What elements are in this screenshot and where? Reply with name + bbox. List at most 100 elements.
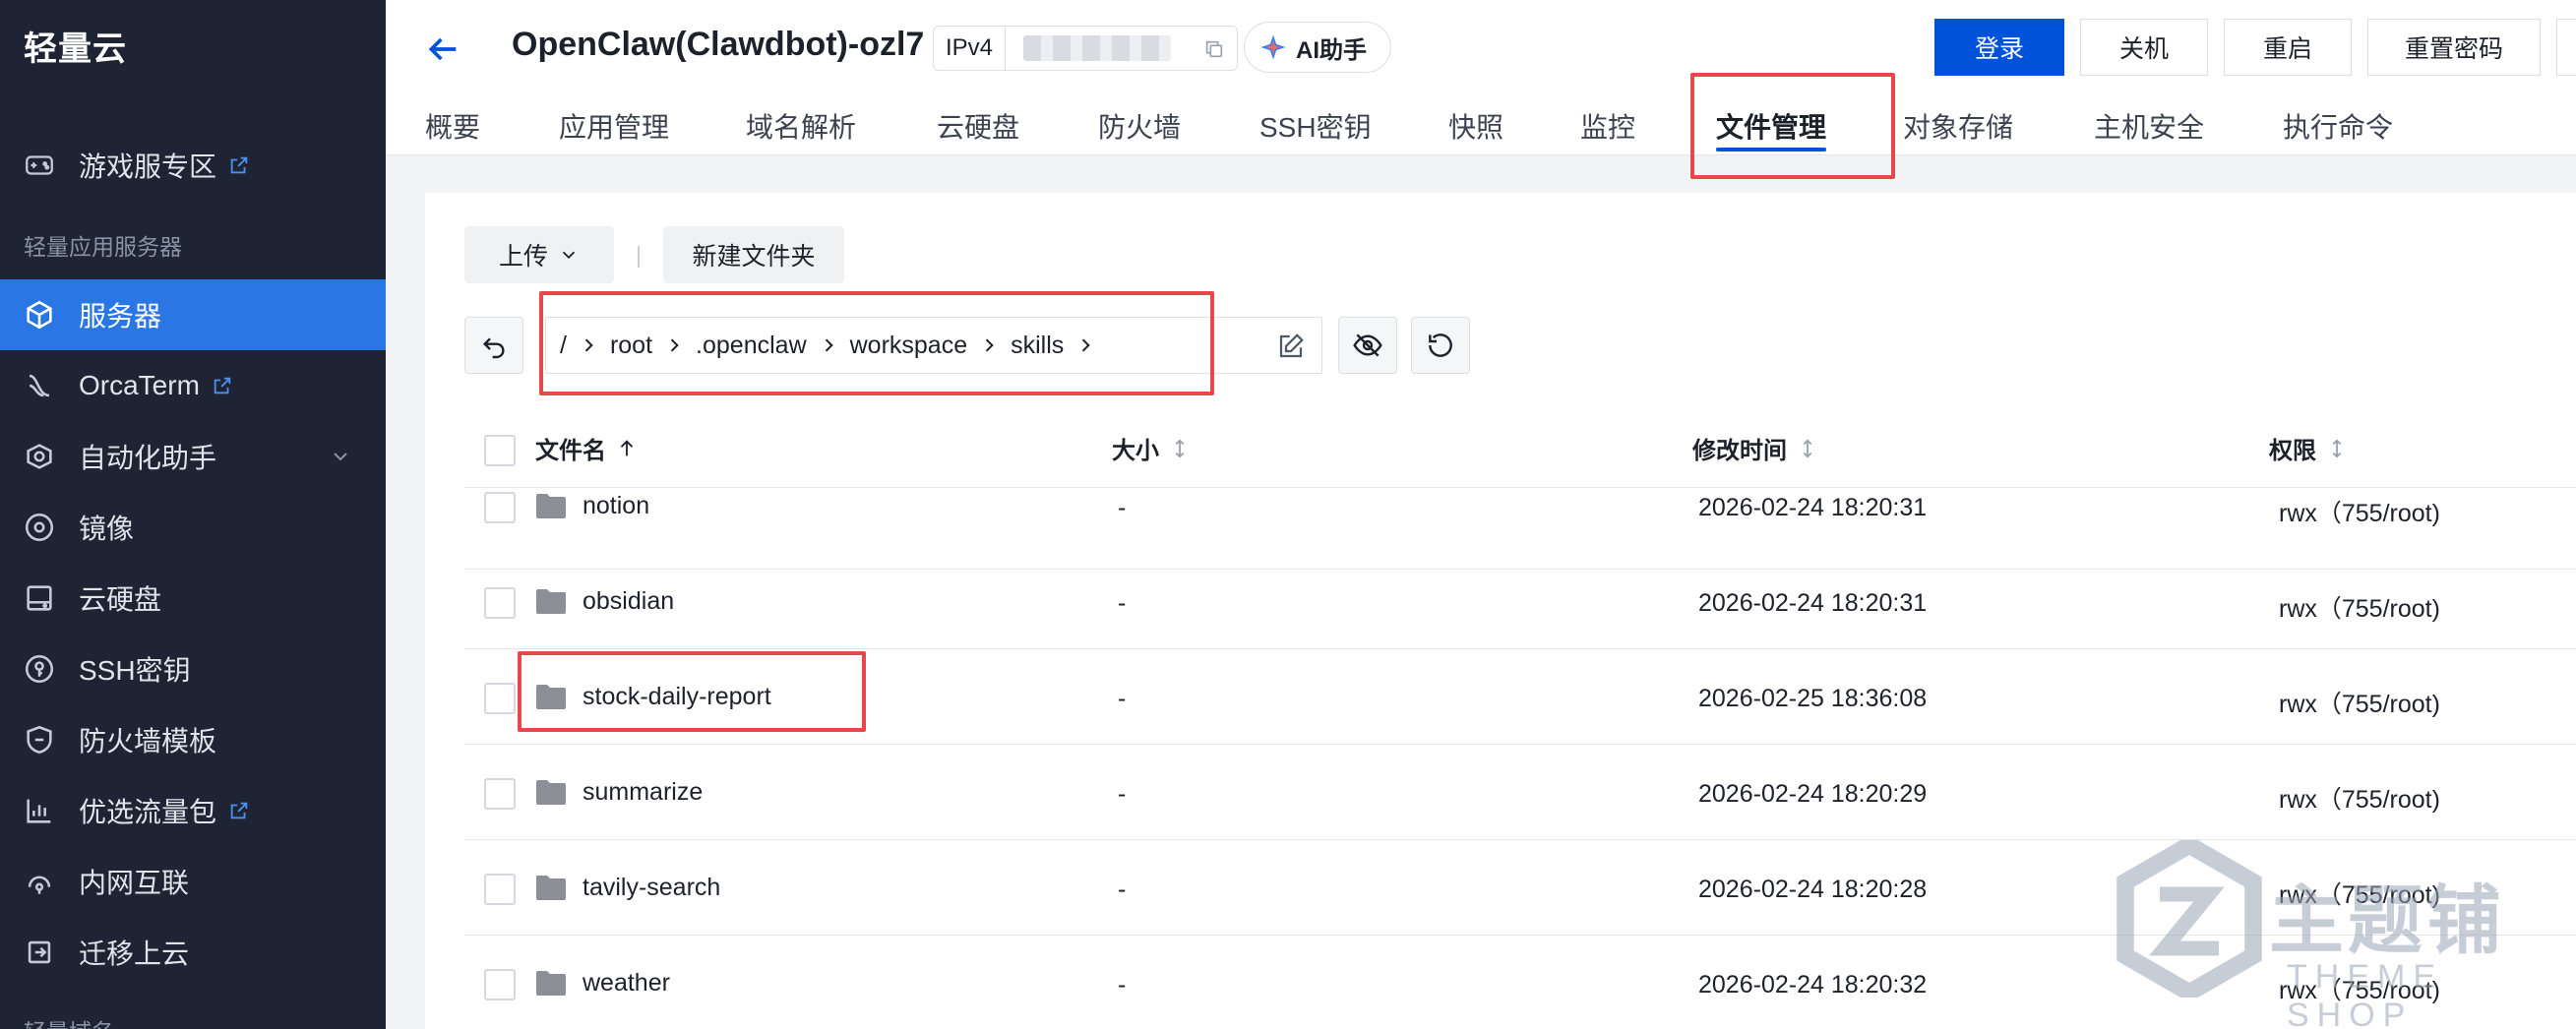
sidebar-item-label: 云硬盘 [79,584,162,615]
new-folder-button[interactable]: 新建文件夹 [663,226,844,283]
shield-icon [22,722,57,757]
row-checkbox[interactable] [484,969,516,1000]
column-header-name[interactable]: 文件名 [535,431,638,465]
restart-button[interactable]: 重启 [2224,19,2352,76]
section-label: 轻量应用服务器 [24,234,182,260]
sidebar-item-traffic-packages[interactable]: 优选流量包 [0,775,386,846]
edit-path-icon[interactable] [1276,332,1306,361]
sidebar-item-label: 镜像 [79,514,135,544]
row-checkbox[interactable] [484,874,516,905]
sidebar-item-cloud-disk[interactable]: 云硬盘 [0,563,386,634]
file-size: - [1118,876,1127,903]
file-name[interactable]: tavily-search [583,874,720,902]
migrate-icon [22,935,57,970]
tab-firewall[interactable]: 防火墙 [1098,106,1181,146]
file-modified: 2026-02-24 18:20:31 [1698,494,1928,521]
sidebar-item-game-zone[interactable]: 游戏服专区 [0,130,386,201]
folder-icon [536,589,566,614]
undo-icon [482,337,505,359]
refresh-button[interactable] [1411,317,1470,374]
column-header-modified[interactable]: 修改时间 [1692,431,1818,465]
file-modified: 2026-02-25 18:36:08 [1698,685,1928,712]
file-permissions: rwx（755/root) [2279,595,2440,623]
tab-ssh-keys[interactable]: SSH密钥 [1259,106,1372,146]
column-header-size[interactable]: 大小 [1112,431,1191,465]
table-row[interactable]: weather - 2026-02-24 18:20:32 rwx（755/ro… [464,936,2576,1029]
copy-icon[interactable] [1203,38,1225,60]
sidebar-item-label: 内网互联 [79,868,190,898]
ip-version-label: IPv4 [934,27,1007,70]
path-breadcrumb[interactable]: / root .openclaw workspace skills [545,317,1322,374]
breadcrumb-segment[interactable]: .openclaw [696,332,807,360]
file-modified: 2026-02-24 18:20:28 [1698,876,1928,903]
chevron-right-icon [975,330,1003,361]
sidebar-item-firewall-templates[interactable]: 防火墙模板 [0,704,386,775]
sidebar-item-label: SSH密钥 [79,655,191,686]
file-size: - [1118,685,1127,712]
shutdown-button[interactable]: 关机 [2080,19,2208,76]
ip-badge: IPv4 [933,26,1238,71]
tab-dns[interactable]: 域名解析 [746,106,856,146]
brand-logo: 轻量云 [24,30,127,68]
tab-file-management[interactable]: 文件管理 [1716,106,1826,146]
file-name[interactable]: stock-daily-report [583,683,771,711]
sidebar-item-automation[interactable]: 自动化助手 [0,421,386,492]
sidebar-item-orcaterm[interactable]: OrcaTerm [0,350,386,421]
column-header-permissions[interactable]: 权限 [2269,431,2348,465]
tab-app-management[interactable]: 应用管理 [559,106,669,146]
go-back-button[interactable] [464,317,523,374]
ai-sparkle-icon [1260,34,1286,60]
file-name[interactable]: weather [583,969,670,998]
gamepad-icon [22,148,57,183]
tab-cloud-disk[interactable]: 云硬盘 [937,106,1019,146]
table-row[interactable]: obsidian - 2026-02-24 18:20:31 rwx（755/r… [464,554,2576,649]
folder-icon [536,780,566,805]
sort-ascending-icon [620,439,634,455]
file-name[interactable]: obsidian [583,587,674,616]
row-checkbox[interactable] [484,683,516,714]
toggle-hidden-files-button[interactable] [1338,317,1397,374]
row-checkbox[interactable] [484,587,516,619]
disc-icon [22,510,57,545]
external-link-icon [214,377,231,394]
breadcrumb-root[interactable]: / [560,332,567,360]
breadcrumb-segment[interactable]: skills [1011,332,1064,360]
row-checkbox[interactable] [484,492,516,523]
sidebar-item-migrate[interactable]: 迁移上云 [0,917,386,988]
ai-assistant-button[interactable]: AI助手 [1244,22,1391,73]
tab-host-security[interactable]: 主机安全 [2094,106,2204,146]
more-button-partial[interactable] [2556,19,2576,76]
tab-run-command[interactable]: 执行命令 [2283,106,2393,146]
eye-off-icon [1353,333,1382,357]
sidebar-item-intranet[interactable]: 内网互联 [0,846,386,917]
file-permissions: rwx（755/root) [2279,500,2440,527]
table-row[interactable]: tavily-search - 2026-02-24 18:20:28 rwx（… [464,840,2576,936]
file-name[interactable]: notion [583,492,649,520]
select-all-checkbox[interactable] [484,435,516,466]
key-icon [22,651,57,687]
tab-monitoring[interactable]: 监控 [1580,106,1635,146]
sidebar-item-images[interactable]: 镜像 [0,492,386,563]
table-row[interactable]: summarize - 2026-02-24 18:20:29 rwx（755/… [464,745,2576,840]
cube-icon [22,297,57,333]
row-checkbox[interactable] [484,778,516,810]
back-arrow-icon[interactable] [423,30,462,69]
table-row[interactable]: stock-daily-report - 2026-02-25 18:36:08… [464,649,2576,745]
file-name[interactable]: summarize [583,778,703,807]
file-permissions: rwx（755/root) [2279,977,2440,1004]
upload-button[interactable]: 上传 [464,226,614,283]
chevron-down-icon [334,453,347,461]
sidebar-item-servers[interactable]: 服务器 [0,279,386,350]
reset-password-button[interactable]: 重置密码 [2367,19,2541,76]
sidebar-item-ssh-keys[interactable]: SSH密钥 [0,634,386,704]
login-button[interactable]: 登录 [1934,19,2064,76]
file-permissions: rwx（755/root) [2279,691,2440,718]
tab-object-storage[interactable]: 对象存储 [1903,106,2013,146]
breadcrumb-segment[interactable]: root [610,332,652,360]
file-size: - [1118,780,1127,808]
link-icon [22,864,57,899]
tab-overview[interactable]: 概要 [425,106,480,146]
sidebar: 轻量云 游戏服专区 轻量应用服务器 服务器 OrcaTerm 自动化助手 镜像 [0,0,386,1029]
tab-snapshots[interactable]: 快照 [1448,106,1503,146]
breadcrumb-segment[interactable]: workspace [850,332,968,360]
